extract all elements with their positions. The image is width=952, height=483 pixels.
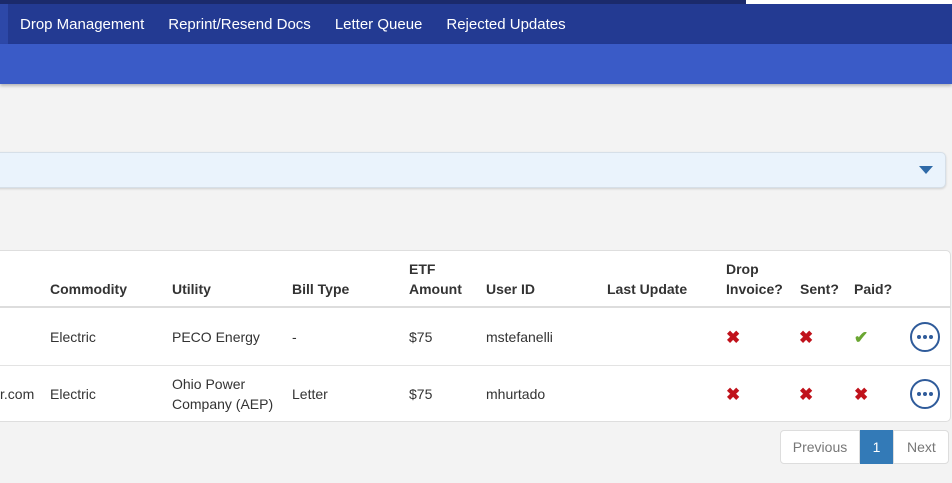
dot-icon (929, 392, 933, 396)
row2-utility-line1: Ohio Power (172, 376, 246, 392)
row1-paid-check-icon: ✔ (854, 328, 869, 347)
dot-icon (923, 335, 927, 339)
dot-icon (917, 392, 921, 396)
header-sent[interactable]: Sent? (800, 279, 839, 299)
nav-item-drop-management[interactable]: Drop Management (20, 16, 144, 33)
pagination: Previous 1 Next (780, 430, 949, 464)
header-commodity[interactable]: Commodity (50, 279, 127, 299)
row1-commodity: Electric (50, 329, 96, 345)
header-drop-line1: Drop (726, 261, 759, 277)
header-etf-amount[interactable]: ETF Amount (409, 259, 462, 299)
row2-truncated-email: r.com (0, 386, 35, 402)
header-etf-line1: ETF (409, 261, 436, 277)
dot-icon (923, 392, 927, 396)
nav-item-rejected-updates[interactable]: Rejected Updates (446, 16, 565, 33)
row2-paid-x-icon: ✖ (854, 385, 869, 404)
row1-etf-amount: $75 (409, 329, 433, 345)
row2-more-actions-button[interactable] (910, 379, 940, 409)
sub-header-bar (0, 44, 952, 84)
row-divider (0, 365, 950, 366)
row1-sent-x-icon: ✖ (799, 328, 814, 347)
header-utility[interactable]: Utility (172, 279, 211, 299)
header-etf-line2: Amount (409, 281, 462, 297)
row1-user-id: mstefanelli (486, 329, 553, 345)
dot-icon (917, 335, 921, 339)
row1-utility: PECO Energy (172, 329, 260, 345)
row1-more-actions-button[interactable] (910, 322, 940, 352)
nav-item-reprint-resend-docs[interactable]: Reprint/Resend Docs (168, 16, 311, 33)
pagination-previous-button[interactable]: Previous (780, 430, 860, 464)
row2-commodity: Electric (50, 386, 96, 402)
header-last-update[interactable]: Last Update (607, 279, 687, 299)
header-bill-type[interactable]: Bill Type (292, 279, 349, 299)
header-paid[interactable]: Paid? (854, 279, 892, 299)
nav-left-accent (0, 4, 8, 44)
row1-bill-type: - (292, 329, 297, 345)
header-drop-line2: Invoice? (726, 281, 783, 297)
pagination-next-button[interactable]: Next (893, 430, 949, 464)
row2-sent-x-icon: ✖ (799, 385, 814, 404)
caret-down-icon[interactable] (919, 166, 933, 174)
row2-bill-type: Letter (292, 386, 328, 402)
results-table: Commodity Utility Bill Type ETF Amount U… (0, 250, 951, 422)
row2-etf-amount: $75 (409, 386, 433, 402)
row2-utility: Ohio Power Company (AEP) (172, 374, 273, 414)
nav-item-letter-queue[interactable]: Letter Queue (335, 16, 423, 33)
header-divider (0, 306, 950, 308)
header-drop-invoice[interactable]: Drop Invoice? (726, 259, 783, 299)
row2-user-id: mhurtado (486, 386, 546, 402)
header-user-id[interactable]: User ID (486, 279, 535, 299)
pagination-page-1[interactable]: 1 (860, 430, 893, 464)
dot-icon (929, 335, 933, 339)
main-nav: Drop Management Reprint/Resend Docs Lett… (0, 4, 952, 44)
row2-drop-invoice-x-icon: ✖ (726, 385, 741, 404)
row1-drop-invoice-x-icon: ✖ (726, 328, 741, 347)
row2-utility-line2: Company (AEP) (172, 396, 274, 412)
filter-panel[interactable] (0, 152, 946, 188)
